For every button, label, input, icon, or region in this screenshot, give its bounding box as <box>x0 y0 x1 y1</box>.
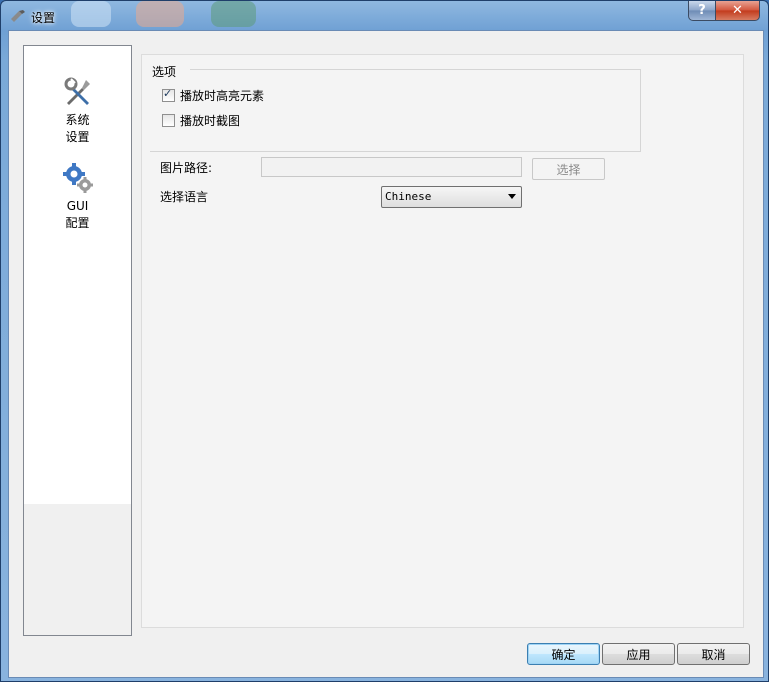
sidebar-item-system-settings[interactable]: 系统 设置 <box>24 76 131 146</box>
cancel-button[interactable]: 取消 <box>677 643 750 665</box>
background-decoration <box>136 1 184 27</box>
group-border <box>190 69 641 70</box>
background-decoration <box>211 1 256 27</box>
settings-window: 设置 ? ✕ 系统 设置 GUI 配置 选项 ✓ 播放时高亮元素 播放时截图 图… <box>0 0 769 682</box>
options-group <box>150 69 641 152</box>
choose-path-button[interactable]: 选择 <box>532 158 605 180</box>
sidebar-item-gui-config[interactable]: GUI 配置 <box>24 162 131 232</box>
settings-app-icon <box>11 10 25 22</box>
close-button[interactable]: ✕ <box>716 1 760 21</box>
language-label: 选择语言 <box>160 190 209 204</box>
highlight-checkbox[interactable] <box>162 87 175 102</box>
sidebar-item-label: 系统 设置 <box>65 113 90 144</box>
window-title: 设置 <box>31 11 56 25</box>
gears-icon <box>62 163 93 193</box>
highlight-checkbox-row[interactable]: 播放时高亮元素 <box>162 87 264 104</box>
tools-icon <box>64 77 90 105</box>
options-group-title: 选项 <box>152 65 177 79</box>
background-decoration <box>71 1 111 27</box>
image-path-label: 图片路径: <box>160 161 213 175</box>
chevron-down-icon <box>508 194 516 199</box>
screenshot-checkbox-row[interactable]: 播放时截图 <box>162 112 240 129</box>
dialog-client-area: 系统 设置 GUI 配置 选项 ✓ 播放时高亮元素 播放时截图 图片路径: 选择… <box>8 30 764 678</box>
apply-button[interactable]: 应用 <box>602 643 675 665</box>
help-button[interactable]: ? <box>688 1 716 21</box>
highlight-checkbox-label: 播放时高亮元素 <box>180 89 265 103</box>
screenshot-checkbox[interactable] <box>162 114 175 127</box>
image-path-input[interactable] <box>261 157 522 177</box>
title-bar[interactable]: 设置 ? ✕ <box>1 1 768 31</box>
language-select[interactable]: Chinese <box>381 186 522 208</box>
language-selected-value: Chinese <box>385 190 432 203</box>
ok-button[interactable]: 确定 <box>527 643 600 665</box>
sidebar-item-label: GUI 配置 <box>65 199 90 230</box>
title-buttons: ? ✕ <box>688 1 760 21</box>
settings-sidebar: 系统 设置 GUI 配置 <box>23 45 132 636</box>
screenshot-checkbox-label: 播放时截图 <box>180 114 241 128</box>
settings-panel: 选项 播放时高亮元素 播放时截图 图片路径: 选择 选择语言 Chinese <box>141 54 744 628</box>
